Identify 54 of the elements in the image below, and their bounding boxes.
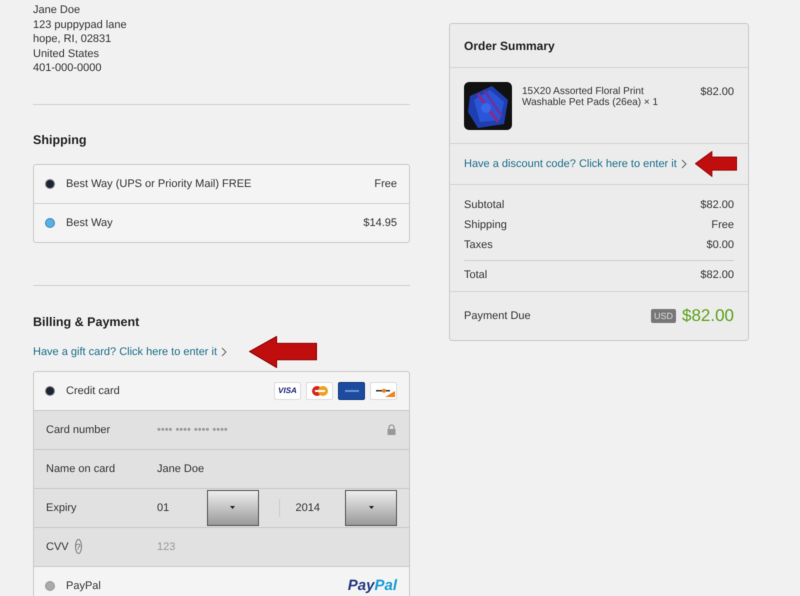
- address-line: 123 puppypad lane: [33, 18, 127, 32]
- field-label: Expiry: [46, 502, 77, 514]
- address-line: hope, RI, 02831: [33, 32, 112, 46]
- caret-icon: [368, 505, 375, 510]
- radio-button[interactable]: [46, 180, 54, 188]
- discount-code-link[interactable]: Have a discount code? Click here to enter it: [464, 158, 687, 170]
- summary-value: $0.00: [706, 239, 734, 251]
- address-line: Jane Doe: [33, 3, 80, 18]
- radio-button[interactable]: [46, 582, 54, 590]
- radio-button[interactable]: [46, 386, 54, 394]
- currency-badge: USD: [650, 309, 676, 323]
- option-price: Free: [374, 178, 397, 190]
- card-logo: [338, 382, 365, 400]
- item-price: $82.00: [700, 86, 734, 98]
- option-label: Best Way: [66, 216, 114, 228]
- summary-label: Shipping: [464, 219, 507, 231]
- paypal-logo: PayPal: [348, 577, 397, 594]
- field-label: Name on card: [46, 462, 116, 474]
- arrow-annotation: [249, 336, 318, 368]
- help-icon[interactable]: ?: [74, 539, 82, 554]
- summary-value: Free: [711, 219, 734, 231]
- option-label: PayPal: [66, 580, 102, 592]
- field-label: CVV: [46, 540, 69, 552]
- summary-label: Subtotal: [464, 199, 504, 211]
- radio-button[interactable]: [46, 218, 54, 226]
- summary-label: Taxes: [464, 239, 493, 251]
- section-heading: Billing & Payment: [33, 314, 140, 328]
- option-label: Credit card: [66, 384, 121, 396]
- option-price: $14.95: [363, 216, 397, 228]
- dropdown[interactable]: 2014: [296, 488, 409, 526]
- chevron-icon: [680, 159, 687, 169]
- caret-icon: [229, 505, 236, 510]
- card-logo: [370, 382, 397, 400]
- input-field[interactable]: Jane Doe: [157, 450, 409, 488]
- visa-logo: VISA: [274, 382, 301, 400]
- address-line: 401-000-0000: [33, 61, 102, 76]
- payment-due-label: Payment Due: [464, 310, 532, 322]
- item-name: 15X20 Assorted Floral Print Washable Pet Pads (26ea) × 1: [522, 86, 660, 110]
- input-field[interactable]: •••• •••• •••• ••••: [157, 410, 409, 448]
- address-line: United States: [33, 46, 100, 61]
- summary-value: $82.00: [700, 199, 734, 211]
- payment-due-amount: $82.00: [682, 306, 734, 326]
- total-value: $82.00: [700, 269, 734, 281]
- panel-title: Order Summary: [464, 38, 555, 52]
- card-logo: [306, 382, 333, 400]
- section-heading: Shipping: [33, 132, 86, 146]
- input-field[interactable]: 123: [157, 528, 409, 566]
- chevron-icon: [221, 347, 228, 357]
- arrow-annotation: [694, 151, 737, 177]
- dropdown[interactable]: 01: [157, 488, 258, 526]
- total-label: Total: [464, 269, 488, 281]
- field-label: Card number: [46, 424, 110, 436]
- gift-card-link[interactable]: Have a gift card? Click here to enter it: [33, 346, 228, 358]
- option-label: Best Way (UPS or Priority Mail) FREE: [66, 178, 252, 190]
